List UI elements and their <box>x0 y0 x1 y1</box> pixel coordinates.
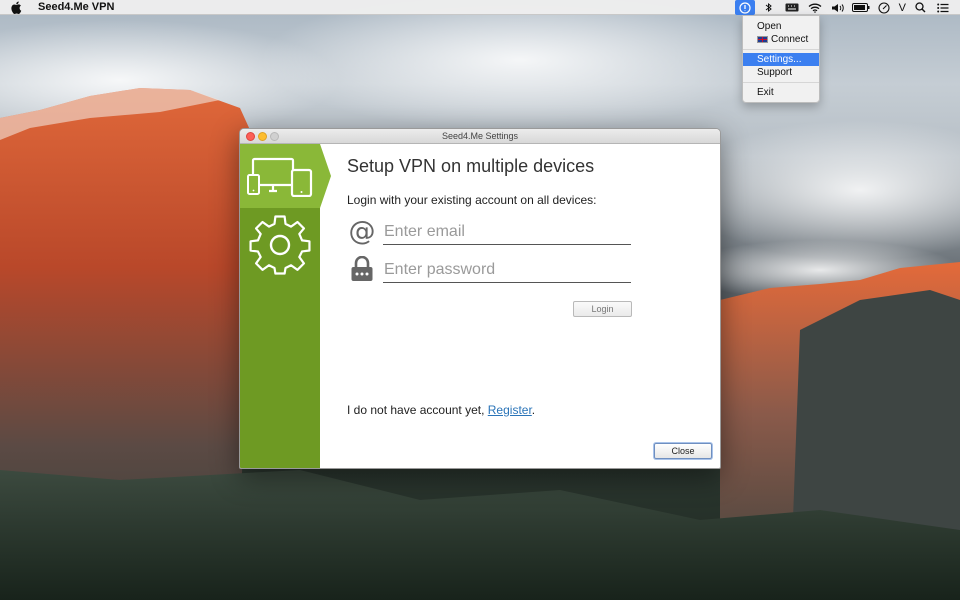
apple-icon[interactable] <box>11 1 24 14</box>
devices-icon <box>247 157 313 197</box>
menu-separator <box>743 82 819 83</box>
window-close-control[interactable] <box>246 132 255 141</box>
tray-menu: Open Connect Settings... Support Exit <box>742 15 820 103</box>
app-name[interactable]: Seed4.Me VPN <box>38 1 114 13</box>
wifi-icon[interactable] <box>806 0 824 15</box>
battery-icon[interactable] <box>851 0 870 15</box>
window-title: Seed4.Me Settings <box>441 131 519 141</box>
email-input[interactable] <box>383 219 631 245</box>
menu-bar-user[interactable]: V <box>899 2 906 14</box>
volume-icon[interactable] <box>829 0 847 15</box>
settings-sidebar <box>240 144 331 468</box>
window-zoom-control <box>270 132 279 141</box>
password-input[interactable] <box>383 257 631 283</box>
settings-tab[interactable] <box>240 208 320 278</box>
window-minimize-control[interactable] <box>258 132 267 141</box>
menu-bar: Seed4.Me VPN V <box>0 0 960 15</box>
spotlight-icon[interactable] <box>911 0 929 15</box>
notification-center-icon[interactable] <box>934 0 952 15</box>
email-row: @ <box>347 215 635 247</box>
login-instruction: Login with your existing account on all … <box>347 193 597 207</box>
gear-icon <box>249 215 311 275</box>
settings-window: Seed4.Me Settings Setup VPN on multiple … <box>239 128 721 469</box>
keyboard-icon[interactable] <box>783 0 801 15</box>
tray-menu-settings[interactable]: Settings... <box>743 53 819 66</box>
register-link[interactable]: Register <box>488 403 532 417</box>
login-button[interactable]: Login <box>573 301 632 317</box>
tray-menu-exit[interactable]: Exit <box>743 86 819 99</box>
lock-icon <box>347 255 377 283</box>
tray-menu-support[interactable]: Support <box>743 66 819 79</box>
menu-bar-extras: V <box>730 0 960 15</box>
menu-separator <box>743 49 819 50</box>
devices-tab[interactable] <box>240 144 331 208</box>
bluetooth-icon[interactable] <box>760 0 778 15</box>
clock-icon[interactable] <box>875 0 893 15</box>
register-prompt: I do not have account yet, Register. <box>347 403 536 417</box>
settings-content: Setup VPN on multiple devices Login with… <box>320 144 720 468</box>
tray-menu-connect[interactable]: Connect <box>743 33 819 46</box>
page-title: Setup VPN on multiple devices <box>347 156 595 176</box>
password-row <box>347 253 635 285</box>
at-icon: @ <box>348 215 376 247</box>
uk-flag-icon <box>757 36 768 43</box>
close-button[interactable]: Close <box>654 443 712 459</box>
window-titlebar[interactable]: Seed4.Me Settings <box>240 129 720 144</box>
tray-menu-open[interactable]: Open <box>743 20 819 33</box>
seed4me-tray-icon[interactable] <box>734 0 755 15</box>
